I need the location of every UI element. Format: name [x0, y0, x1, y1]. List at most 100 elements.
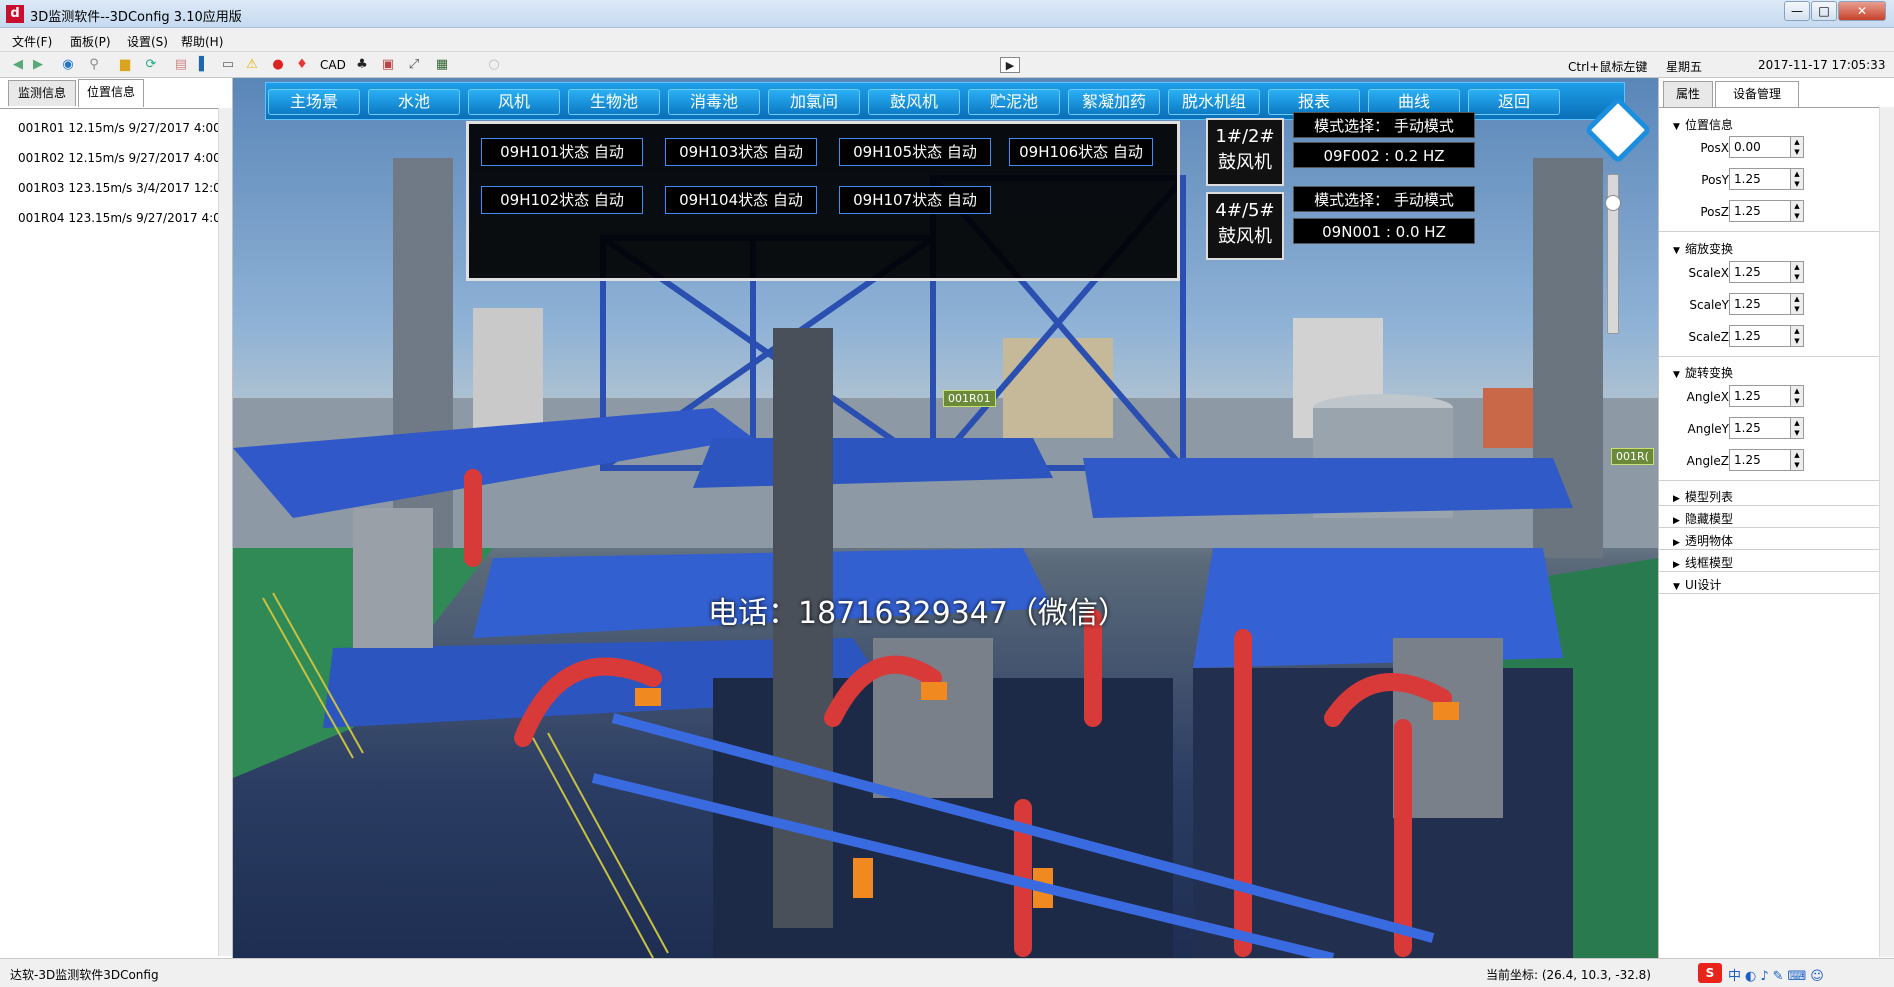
angle-y-spinner[interactable]: ▲ ▼ — [1790, 417, 1804, 439]
angle-x-input[interactable]: 1.25 — [1729, 385, 1791, 407]
list-item[interactable]: 001R03 123.15m/s 3/4/2017 12:0 — [18, 181, 218, 195]
fullscreen-icon[interactable]: ⤢ — [406, 57, 422, 73]
marker-icon[interactable]: ♦ — [294, 57, 310, 73]
sensor-tag-001r01[interactable]: 001R01 — [943, 390, 996, 407]
status-button-09h106[interactable]: 09H106状态 自动 — [1009, 138, 1153, 166]
zoom-slider-handle[interactable] — [1605, 195, 1621, 211]
section-ui-design[interactable]: ▼ UI设计 — [1673, 576, 1721, 593]
menu-file[interactable]: 文件(F) — [12, 33, 52, 50]
tab-device-management[interactable]: 设备管理 — [1715, 81, 1799, 107]
tab-monitor-info[interactable]: 监测信息 — [8, 80, 76, 106]
play-icon[interactable]: ▶ — [1000, 57, 1020, 73]
angle-z-input[interactable]: 1.25 — [1729, 449, 1791, 471]
section-rotate[interactable]: ▼ 旋转变换 — [1673, 364, 1733, 381]
refresh-icon[interactable]: ⟳ — [143, 57, 159, 73]
nav-chlorination-room[interactable]: 加氯间 — [768, 89, 860, 115]
folder-icon[interactable]: ▆ — [117, 57, 133, 73]
status-button-09h101[interactable]: 09H101状态 自动 — [481, 138, 643, 166]
right-scrollbar[interactable] — [1879, 107, 1894, 957]
expand-triangle-icon: ▼ — [1673, 122, 1680, 132]
blower-4-5-mode: 模式选择： 手动模式 — [1293, 186, 1475, 212]
expand-triangle-icon: ▼ — [1673, 246, 1680, 256]
scale-x-input[interactable]: 1.25 — [1729, 261, 1791, 283]
pos-z-label: PosZ — [1700, 205, 1729, 219]
nav-water-pool[interactable]: 水池 — [368, 89, 460, 115]
pos-x-input[interactable]: 0.00 — [1729, 136, 1791, 158]
status-button-09h103[interactable]: 09H103状态 自动 — [665, 138, 817, 166]
back-icon[interactable]: ◀ — [10, 57, 26, 73]
nav-dewatering[interactable]: 脱水机组 — [1168, 89, 1260, 115]
nav-main-scene[interactable]: 主场景 — [268, 89, 360, 115]
divider — [1659, 593, 1879, 594]
book-icon[interactable]: ▌ — [196, 57, 212, 73]
pos-y-spinner[interactable]: ▲ ▼ — [1790, 168, 1804, 190]
sensor-tag-001r0x[interactable]: 001R( — [1611, 448, 1654, 465]
maximize-button[interactable]: □ — [1811, 1, 1837, 21]
window-icon[interactable]: ▭ — [220, 57, 236, 73]
right-panel: 属性 设备管理 ▼ 位置信息 PosX 0.00 ▲ ▼ PosY 1.25 ▲ ▼ … — [1658, 78, 1894, 958]
pos-z-spinner[interactable]: ▲ ▼ — [1790, 200, 1804, 222]
list-item[interactable]: 001R04 123.15m/s 9/27/2017 4:0 — [18, 211, 218, 225]
scale-z-input[interactable]: 1.25 — [1729, 325, 1791, 347]
hierarchy-icon[interactable]: ♣ — [354, 57, 370, 73]
status-button-09h104[interactable]: 09H104状态 自动 — [665, 186, 817, 214]
minimize-button[interactable]: — — [1784, 1, 1810, 21]
scale-y-spinner[interactable]: ▲ ▼ — [1790, 293, 1804, 315]
list-item[interactable]: 001R01 12.15m/s 9/27/2017 4:00 — [18, 121, 218, 135]
warning-icon[interactable]: ⚠ — [244, 57, 260, 73]
location-pin-icon[interactable]: ● — [270, 57, 286, 73]
status-button-09h105[interactable]: 09H105状态 自动 — [839, 138, 991, 166]
section-model-list[interactable]: ▶ 模型列表 — [1673, 488, 1733, 505]
app-icon: d — [6, 5, 24, 23]
divider — [1659, 571, 1879, 572]
list-item[interactable]: 001R02 12.15m/s 9/27/2017 4:00 — [18, 151, 218, 165]
section-transparent[interactable]: ▶ 透明物体 — [1673, 532, 1733, 549]
status-button-09h107[interactable]: 09H107状态 自动 — [839, 186, 991, 214]
section-scale[interactable]: ▼ 缩放变换 — [1673, 240, 1733, 257]
nav-flocculation[interactable]: 絮凝加药 — [1068, 89, 1160, 115]
tab-properties[interactable]: 属性 — [1663, 81, 1713, 107]
menu-panel[interactable]: 面板(P) — [70, 33, 111, 50]
package-icon[interactable]: ▣ — [380, 57, 396, 73]
nav-disinfect-tank[interactable]: 消毒池 — [668, 89, 760, 115]
pos-x-spinner[interactable]: ▲ ▼ — [1790, 136, 1804, 158]
left-scrollbar[interactable] — [218, 108, 232, 956]
scale-z-label: ScaleZ — [1688, 330, 1729, 344]
clock-icon[interactable]: ○ — [486, 57, 502, 73]
section-wireframe[interactable]: ▶ 线框模型 — [1673, 554, 1733, 571]
scale-y-input[interactable]: 1.25 — [1729, 293, 1791, 315]
nav-blower[interactable]: 鼓风机 — [868, 89, 960, 115]
angle-x-spinner[interactable]: ▲ ▼ — [1790, 385, 1804, 407]
globe-icon[interactable]: ◉ — [60, 57, 76, 73]
cad-button[interactable]: CAD — [320, 58, 346, 72]
ime-logo-icon[interactable]: S — [1698, 963, 1722, 983]
document-icon[interactable]: ▤ — [173, 57, 189, 73]
nav-sludge-tank[interactable]: 贮泥池 — [968, 89, 1060, 115]
link-icon[interactable]: ⚲ — [86, 57, 102, 73]
menu-settings[interactable]: 设置(S) — [127, 33, 168, 50]
title-bar: d 3D监测软件--3DConfig 3.10应用版 — □ ✕ — [0, 0, 1894, 28]
nav-bio-tank[interactable]: 生物池 — [568, 89, 660, 115]
section-hidden-model[interactable]: ▶ 隐藏模型 — [1673, 510, 1733, 527]
angle-y-input[interactable]: 1.25 — [1729, 417, 1791, 439]
pos-z-input[interactable]: 1.25 — [1729, 200, 1791, 222]
ime-toolbar-icons[interactable]: 中◐♪✎⌨☺ — [1728, 965, 1828, 984]
3d-viewport[interactable]: 主场景 水池 风机 生物池 消毒池 加氯间 鼓风机 贮泥池 絮凝加药 脱水机组 … — [233, 78, 1658, 958]
angle-z-spinner[interactable]: ▲ ▼ — [1790, 449, 1804, 471]
map-icon[interactable]: ▦ — [434, 57, 450, 73]
window-title: 3D监测软件--3DConfig 3.10应用版 — [30, 10, 242, 25]
forward-icon[interactable]: ▶ — [30, 57, 46, 73]
scale-z-spinner[interactable]: ▲ ▼ — [1790, 325, 1804, 347]
scale-x-spinner[interactable]: ▲ ▼ — [1790, 261, 1804, 283]
pos-y-input[interactable]: 1.25 — [1729, 168, 1791, 190]
tab-position-info[interactable]: 位置信息 — [78, 79, 144, 107]
section-position[interactable]: ▼ 位置信息 — [1673, 116, 1733, 133]
nav-back[interactable]: 返回 — [1468, 89, 1560, 115]
status-button-09h102[interactable]: 09H102状态 自动 — [481, 186, 643, 214]
blower-1-2-label[interactable]: 1#/2# 鼓风机 — [1206, 118, 1284, 186]
zoom-slider[interactable] — [1605, 174, 1621, 334]
nav-fan[interactable]: 风机 — [468, 89, 560, 115]
close-button[interactable]: ✕ — [1838, 1, 1886, 21]
blower-4-5-label[interactable]: 4#/5# 鼓风机 — [1206, 192, 1284, 260]
menu-help[interactable]: 帮助(H) — [181, 33, 223, 50]
